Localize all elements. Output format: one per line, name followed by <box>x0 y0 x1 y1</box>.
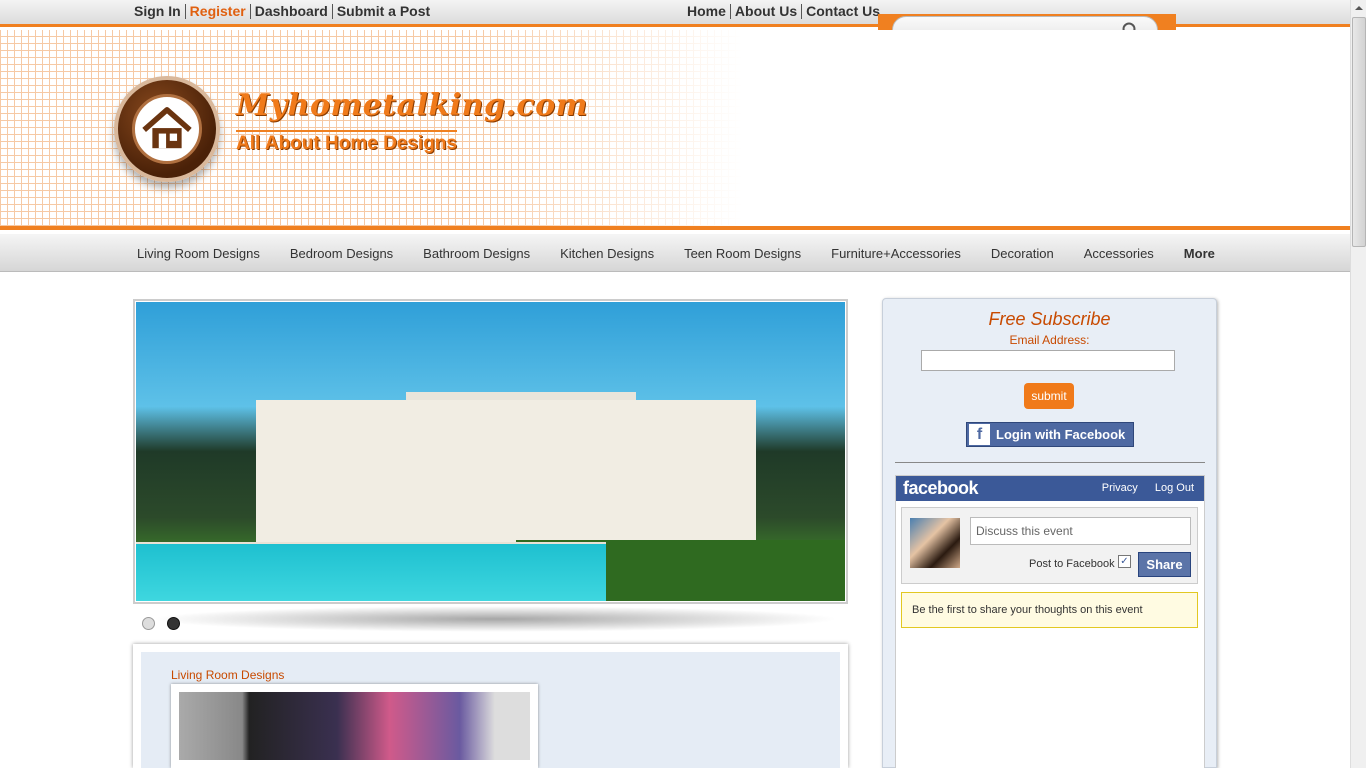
facebook-header-links: Privacy Log Out <box>1088 482 1194 494</box>
facebook-widget-header: facebook Privacy Log Out <box>896 476 1204 501</box>
nav-item-furniture[interactable]: Furniture+Accessories <box>816 246 976 261</box>
slider-dot-1[interactable] <box>142 617 155 630</box>
email-field[interactable] <box>921 350 1175 371</box>
post-to-facebook-label: Post to Facebook <box>1029 558 1115 570</box>
comment-composer: Discuss this event Post to Facebook ✓ Sh… <box>901 507 1198 584</box>
about-us-link[interactable]: About Us <box>729 4 801 19</box>
nav-item-kitchen[interactable]: Kitchen Designs <box>545 246 669 261</box>
nav-item-decoration[interactable]: Decoration <box>976 246 1069 261</box>
pool <box>136 542 606 601</box>
post-thumbnail[interactable] <box>171 684 538 768</box>
slider-shadow <box>150 606 840 632</box>
dashboard-link[interactable]: Dashboard <box>249 4 332 19</box>
comment-input[interactable]: Discuss this event <box>970 517 1191 545</box>
privacy-link[interactable]: Privacy <box>1102 482 1138 494</box>
submit-button[interactable]: submit <box>1024 383 1074 409</box>
email-label: Email Address: <box>1009 333 1090 347</box>
nav-item-accessories[interactable]: Accessories <box>1069 246 1169 261</box>
contact-us-link[interactable]: Contact Us <box>801 4 884 19</box>
site-links: Home About Us Contact Us <box>687 4 884 19</box>
scroll-up-arrow-icon[interactable] <box>1351 0 1366 16</box>
first-comment-notice: Be the first to share your thoughts on t… <box>901 592 1198 628</box>
nav-item-bathroom[interactable]: Bathroom Designs <box>408 246 545 261</box>
sidebar: Free Subscribe Email Address: submit f Lo… <box>882 298 1217 768</box>
post-category-link[interactable]: Living Room Designs <box>171 668 284 682</box>
site-logo[interactable] <box>114 76 220 182</box>
divider <box>895 462 1205 463</box>
main-nav: Living Room Designs Bedroom Designs Bath… <box>0 234 1350 272</box>
slider-dot-2[interactable] <box>167 617 180 630</box>
featured-slider[interactable] <box>133 299 848 604</box>
avatar <box>910 518 960 568</box>
share-button[interactable]: Share <box>1138 552 1191 577</box>
site-header: Myhometalking.com All About Home Designs <box>0 30 1350 230</box>
post-card: Living Room Designs <box>133 644 848 768</box>
nav-item-more[interactable]: More <box>1169 246 1230 261</box>
post-card-body: Living Room Designs <box>141 652 840 768</box>
house-facade <box>256 400 756 550</box>
nav-item-bedroom[interactable]: Bedroom Designs <box>275 246 408 261</box>
house-icon <box>132 94 202 164</box>
facebook-comments-widget: facebook Privacy Log Out Discuss this ev… <box>895 475 1205 768</box>
post-to-facebook-checkbox[interactable]: ✓ <box>1118 555 1131 568</box>
post-thumbnail-image <box>179 692 530 760</box>
facebook-login-label: Login with Facebook <box>996 427 1126 442</box>
site-tagline: All About Home Designs <box>236 130 457 155</box>
account-links: Sign In Register Dashboard Submit a Post <box>134 4 434 19</box>
scrollbar-thumb[interactable] <box>1352 17 1366 247</box>
register-link[interactable]: Register <box>184 4 250 19</box>
facebook-icon: f <box>969 424 990 445</box>
sign-in-link[interactable]: Sign In <box>134 4 185 19</box>
subscribe-title: Free Subscribe <box>988 309 1111 329</box>
facebook-login-button[interactable]: f Login with Facebook <box>966 422 1134 447</box>
submit-post-link[interactable]: Submit a Post <box>331 4 434 19</box>
nav-item-living-room[interactable]: Living Room Designs <box>122 246 275 261</box>
log-out-link[interactable]: Log Out <box>1155 482 1194 494</box>
home-link[interactable]: Home <box>687 4 730 19</box>
vertical-scrollbar[interactable] <box>1350 0 1366 768</box>
site-name[interactable]: Myhometalking.com <box>236 88 588 123</box>
nav-item-teen-room[interactable]: Teen Room Designs <box>669 246 816 261</box>
slide-image[interactable] <box>136 302 845 601</box>
facebook-logo: facebook <box>903 478 979 498</box>
